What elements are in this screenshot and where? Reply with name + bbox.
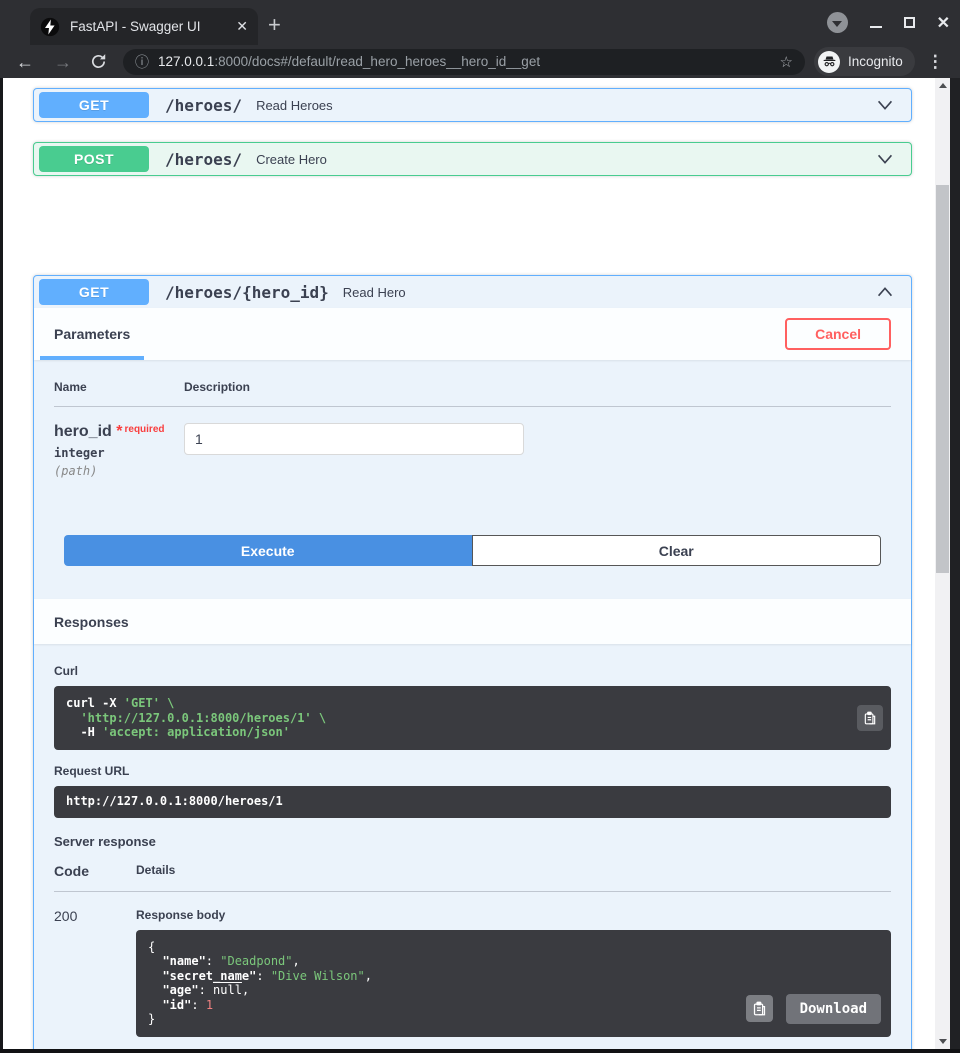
endpoint-get-heroes[interactable]: GET /heroes/ Read Heroes [33,88,912,122]
response-body-label: Response body [136,907,226,922]
incognito-icon [823,56,835,67]
parameters-table: Name Description hero_id * required integ… [34,360,911,478]
fastapi-favicon-icon [40,17,60,36]
method-badge: GET [39,92,149,118]
request-url-label: Request URL [54,763,130,778]
clipboard-icon [753,1001,765,1016]
endpoint-summary: Read Hero [342,284,406,300]
curl-command: curl -X 'GET' \ 'http://127.0.0.1:8000/h… [54,686,891,750]
page-scrollbar[interactable] [935,78,950,1049]
maximize-button[interactable] [903,17,915,28]
required-label: required [124,424,165,435]
window-edge-left [0,78,3,1053]
responses-section-header: Responses [34,599,911,644]
endpoint-path: /heroes/{hero_id} [165,282,329,302]
endpoint-summary: Read Heroes [256,97,333,113]
url-text: 127.0.0.1:8000/docs#/default/read_hero_h… [158,54,541,69]
scroll-down-arrow-icon[interactable] [939,1039,947,1044]
swagger-page: GET /heroes/ Read Heroes POST /heroes/ C… [0,78,960,1053]
endpoint-path: /heroes/ [165,95,243,115]
tab-close-icon[interactable]: ✕ [236,18,248,35]
browser-toolbar: ← → ⓘ 127.0.0.1:8000/docs#/default/read_… [0,45,960,78]
code-column-header: Code [54,862,89,879]
reload-button[interactable] [90,53,107,70]
window-controls: ✕ [826,0,950,45]
expand-chevron-icon[interactable] [874,148,896,170]
expand-chevron-icon[interactable] [874,94,896,116]
incognito-label: Incognito [848,54,903,69]
window-edge-right [950,78,960,1053]
scrollbar-thumb[interactable] [936,185,949,573]
scroll-up-arrow-icon[interactable] [939,83,947,88]
method-badge: POST [39,146,149,172]
endpoint-path: /heroes/ [165,149,243,169]
window-edge-bottom [0,1049,960,1053]
status-code: 200 [54,907,78,924]
new-tab-button[interactable]: + [268,14,281,36]
clipboard-icon [864,711,876,725]
description-column-header: Description [184,380,251,394]
address-bar[interactable]: ⓘ 127.0.0.1:8000/docs#/default/read_hero… [123,48,805,75]
tab-search-button[interactable] [826,12,848,33]
close-window-button[interactable]: ✕ [937,13,950,33]
bookmark-star-icon[interactable]: ☆ [780,53,793,71]
details-column-header: Details [136,862,176,877]
parameters-section-header: Parameters Cancel [34,308,911,360]
response-body-json: { "name": "Deadpond", "secret_name": "Di… [136,929,891,1037]
parameter-name: hero_id * required [54,423,165,440]
forward-button[interactable]: → [54,53,72,71]
parameter-row: hero_id * required integer (path) [54,407,891,478]
back-button[interactable]: ← [16,53,34,71]
copy-curl-button[interactable] [857,704,883,731]
response-row: 200 Response body { "name": "Deadpond", … [54,892,891,1053]
browser-window: FastAPI - Swagger UI ✕ + ✕ ← → ⓘ 127.0.0… [0,0,960,1053]
parameter-type: integer [54,446,105,460]
execute-button[interactable]: Execute [64,535,472,566]
clear-button[interactable]: Clear [471,535,881,566]
tab-title: FastAPI - Swagger UI [70,19,201,34]
code-details-header: Code Details [54,863,891,892]
curl-label: Curl [54,664,78,678]
tab-parameters[interactable]: Parameters [40,308,145,360]
name-column-header: Name [54,380,87,394]
required-asterisk: * [116,423,123,440]
minimize-button[interactable] [869,25,882,28]
responses-title: Responses [54,613,129,630]
endpoint-post-heroes[interactable]: POST /heroes/ Create Hero [33,142,912,176]
hero-id-input[interactable] [184,423,524,455]
browser-tab[interactable]: FastAPI - Swagger UI ✕ [30,8,258,45]
tab-strip: FastAPI - Swagger UI ✕ + ✕ [0,0,960,45]
endpoint-summary: Create Hero [256,151,327,167]
download-button[interactable]: Download [785,993,881,1024]
page-info-icon[interactable]: ⓘ [135,52,149,72]
incognito-badge: Incognito [814,47,915,76]
browser-menu-icon[interactable]: ⋮ [927,52,944,72]
responses-body: Curl curl -X 'GET' \ 'http://127.0.0.1:8… [34,644,911,1053]
request-url-value: http://127.0.0.1:8000/heroes/1 [54,785,891,818]
execute-group: Execute Clear [64,535,881,566]
collapse-chevron-icon[interactable] [874,281,896,303]
method-badge: GET [39,279,149,305]
chevron-down-icon [832,20,843,27]
server-response-label: Server response [54,833,156,849]
endpoint-get-hero-by-id: GET /heroes/{hero_id} Read Hero Paramete… [33,275,912,1053]
copy-response-button[interactable] [745,995,773,1022]
cancel-button[interactable]: Cancel [785,318,891,350]
endpoint-header[interactable]: GET /heroes/{hero_id} Read Hero [34,276,911,308]
parameter-location: (path) [54,464,98,478]
